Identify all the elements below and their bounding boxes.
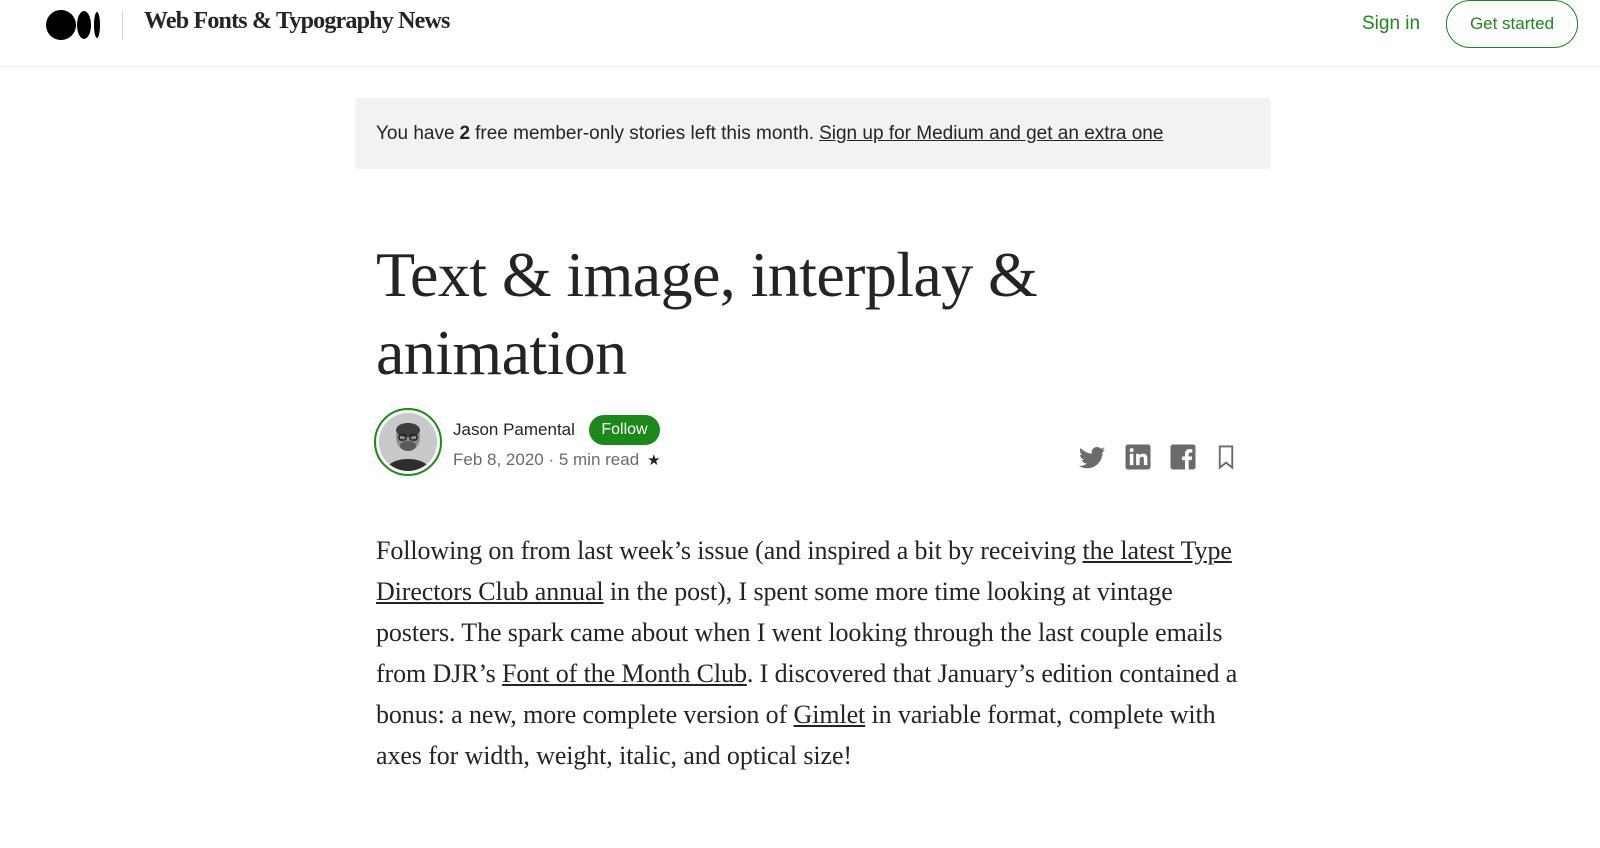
sign-in-link[interactable]: Sign in xyxy=(1362,13,1420,35)
author-portrait-icon xyxy=(379,413,437,471)
article-title: Text & image, interplay & animation xyxy=(376,239,1038,388)
linkedin-icon[interactable] xyxy=(1123,442,1153,472)
paragraph-text-1: Following on from last week’s issue (and… xyxy=(376,536,1083,565)
member-star-icon: ★ xyxy=(647,452,661,469)
article-paragraph: Following on from last week’s issue (and… xyxy=(376,530,1256,776)
signup-extra-link[interactable]: Sign up for Medium and get an extra one xyxy=(819,123,1163,145)
author-photo xyxy=(379,413,437,471)
article-meta: Feb 8, 2020 · 5 min read ★ xyxy=(453,450,661,470)
author-name[interactable]: Jason Pamental xyxy=(453,420,575,440)
publish-date-readtime: Feb 8, 2020 · 5 min read xyxy=(453,450,640,469)
publication-name[interactable]: Web Fonts & Typography News xyxy=(144,8,450,35)
font-of-the-month-link[interactable]: Font of the Month Club xyxy=(502,659,747,688)
banner-text-before: You have xyxy=(376,122,455,144)
facebook-icon[interactable] xyxy=(1168,442,1198,472)
follow-button[interactable]: Follow xyxy=(589,415,660,445)
avatar[interactable] xyxy=(374,408,442,476)
member-limit-banner: You have 2 free member-only stories left… xyxy=(355,98,1271,169)
twitter-icon[interactable] xyxy=(1077,442,1107,472)
header-divider xyxy=(122,10,123,40)
bookmark-icon[interactable] xyxy=(1211,442,1241,472)
medium-logo-icon[interactable] xyxy=(46,10,102,40)
gimlet-link[interactable]: Gimlet xyxy=(794,700,866,729)
banner-count: 2 xyxy=(459,122,471,144)
banner-text-after: free member-only stories left this month… xyxy=(475,122,815,144)
get-started-button[interactable]: Get started xyxy=(1446,0,1578,48)
top-nav-bar: Web Fonts & Typography News Sign in Get … xyxy=(0,0,1600,67)
